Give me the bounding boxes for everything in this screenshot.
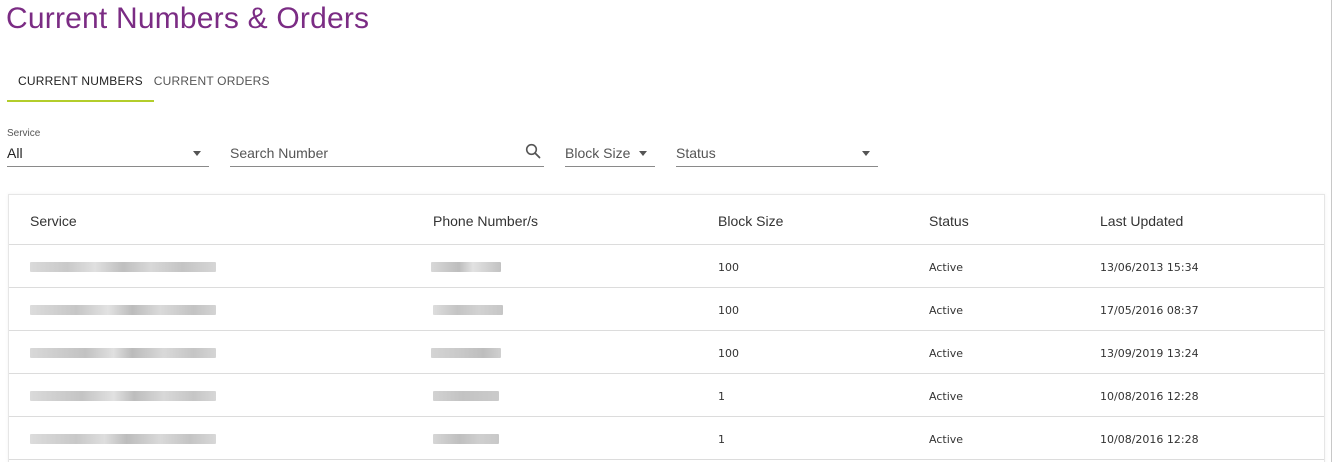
header-phone-number[interactable]: Phone Number/s: [433, 213, 538, 229]
service-select-value: All: [7, 145, 23, 161]
chevron-down-icon: [639, 151, 647, 156]
status-value: Active: [929, 390, 964, 403]
table-row[interactable]: 100 Active 13/09/2019 13:24: [9, 331, 1324, 374]
status-select[interactable]: Status: [676, 125, 878, 167]
last-updated-value: 10/08/2016 12:28: [1100, 390, 1199, 403]
last-updated-value: 13/06/2013 15:34: [1100, 261, 1199, 274]
tab-current-numbers[interactable]: CURRENT NUMBERS: [7, 66, 154, 102]
status-value: Active: [929, 261, 964, 274]
redacted-phone-number: [433, 305, 503, 315]
redacted-service: [30, 391, 216, 401]
redacted-phone-number: [433, 434, 499, 444]
redacted-service: [30, 348, 216, 358]
redacted-phone-number: [433, 391, 499, 401]
search-number-input[interactable]: [230, 141, 510, 165]
block-size-value: 100: [718, 347, 739, 360]
header-last-updated[interactable]: Last Updated: [1100, 213, 1183, 229]
table-header: Service Phone Number/s Block Size Status…: [9, 195, 1324, 245]
search-icon[interactable]: [525, 143, 541, 159]
block-size-select-placeholder: Block Size: [565, 145, 631, 161]
redacted-service: [30, 434, 216, 444]
numbers-table: Service Phone Number/s Block Size Status…: [8, 194, 1325, 462]
redacted-phone-number: [431, 348, 501, 358]
search-number-field[interactable]: [230, 125, 544, 167]
status-value: Active: [929, 433, 964, 446]
block-size-value: 1: [718, 433, 725, 446]
block-size-select[interactable]: Block Size: [565, 125, 655, 167]
redacted-service: [30, 262, 216, 272]
filter-bar: Service All Block Size Status: [7, 125, 887, 167]
table-row[interactable]: 1 Active 10/08/2016 12:28: [9, 417, 1324, 460]
last-updated-value: 13/09/2019 13:24: [1100, 347, 1199, 360]
table-row[interactable]: 100 Active 13/06/2013 15:34: [9, 245, 1324, 288]
tab-current-orders[interactable]: CURRENT ORDERS: [154, 66, 281, 102]
header-block-size[interactable]: Block Size: [718, 213, 783, 229]
chevron-down-icon: [193, 151, 201, 156]
service-select-label: Service: [7, 128, 41, 139]
chevron-down-icon: [862, 151, 870, 156]
block-size-value: 100: [718, 261, 739, 274]
table-row[interactable]: 100 Active 17/05/2016 08:37: [9, 288, 1324, 331]
table-row[interactable]: 1 Active 10/08/2016 12:28: [9, 374, 1324, 417]
last-updated-value: 10/08/2016 12:28: [1100, 433, 1199, 446]
status-value: Active: [929, 347, 964, 360]
header-status[interactable]: Status: [929, 213, 969, 229]
redacted-phone-number: [431, 262, 501, 272]
page-title: Current Numbers & Orders: [6, 2, 370, 35]
status-select-placeholder: Status: [676, 145, 716, 161]
block-size-value: 100: [718, 304, 739, 317]
status-value: Active: [929, 304, 964, 317]
block-size-value: 1: [718, 390, 725, 403]
tab-bar: CURRENT NUMBERS CURRENT ORDERS: [7, 66, 281, 102]
header-service[interactable]: Service: [30, 213, 77, 229]
last-updated-value: 17/05/2016 08:37: [1100, 304, 1199, 317]
redacted-service: [30, 305, 216, 315]
service-select[interactable]: Service All: [7, 125, 209, 167]
